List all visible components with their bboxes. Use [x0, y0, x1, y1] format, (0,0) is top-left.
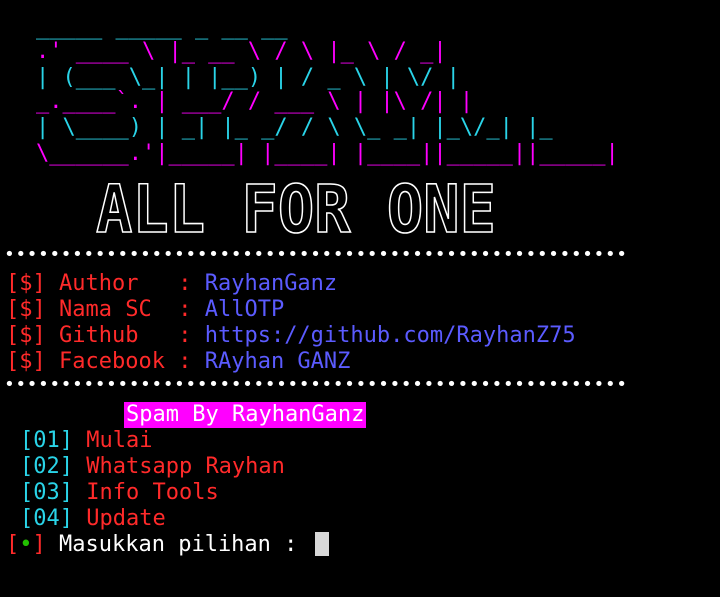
- info-row-author: [$] Author : RayhanGanz: [6, 271, 337, 297]
- menu-item-01[interactable]: [01] Mulai: [20, 428, 152, 454]
- info-tag: [$]: [6, 323, 46, 348]
- menu-item-label: Update: [86, 506, 166, 531]
- prompt-bracket-close: ]: [32, 532, 46, 557]
- info-tag: [$]: [6, 349, 46, 374]
- terminal-window: _____ _____ _ __ __ .' ____ \ |_ __ \ / …: [0, 0, 720, 597]
- text-cursor[interactable]: [314, 532, 329, 556]
- menu-item-label: Whatsapp Rayhan: [86, 454, 285, 479]
- logo-art-row: | \____) | _| |_ _/ / \ \_ _| |_\/_| |_: [36, 115, 553, 140]
- menu-item-number: [02]: [20, 454, 73, 479]
- menu-item-label: Info Tools: [86, 480, 219, 505]
- input-prompt: [•] Masukkan pilihan :: [6, 532, 329, 558]
- menu-item-label: Mulai: [86, 428, 153, 453]
- menu-item-number: [01]: [20, 428, 73, 453]
- separator-bottom: ••••••••••••••••••••••••••••••••••••••••…: [4, 374, 628, 395]
- prompt-bracket-open: [: [6, 532, 20, 557]
- tagline-text: ALL FOR ONE: [96, 171, 496, 240]
- info-sep: :: [164, 271, 205, 296]
- menu-item-03[interactable]: [03] Info Tools: [20, 480, 219, 506]
- menu-item-number: [04]: [20, 506, 73, 531]
- prompt-text: Masukkan pilihan :: [59, 532, 311, 557]
- menu-item-number: [03]: [20, 480, 73, 505]
- info-value: RayhanGanz: [204, 271, 338, 296]
- info-tag: [$]: [6, 271, 46, 296]
- info-label: Facebook: [59, 349, 165, 374]
- info-row-github: [$] Github : https://github.com/RayhanZ7…: [6, 323, 576, 349]
- info-row-facebook: [$] Facebook : RAyhan GANZ: [6, 349, 350, 375]
- tagline-art: ALL FOR ONE: [95, 170, 497, 240]
- logo-art-row: _____ _____ _ __ __: [36, 15, 288, 40]
- ascii-logo-spam: _____ _____ _ __ __ .' ____ \ |_ __ \ / …: [36, 15, 619, 166]
- info-sep: :: [164, 323, 205, 348]
- separator-top: ••••••••••••••••••••••••••••••••••••••••…: [4, 244, 628, 265]
- info-value-github-link[interactable]: https://github.com/RayhanZ75: [205, 323, 576, 348]
- logo-art-row: \______.'|_____| |____| |____||_____||__…: [36, 141, 619, 166]
- info-label: Author: [59, 271, 165, 296]
- info-tag: [$]: [6, 297, 46, 322]
- info-value: RAyhan GANZ: [204, 349, 351, 374]
- info-sep: :: [164, 297, 205, 322]
- logo-art-row: .' ____ \ |_ __ \ / \ |_ \ / _|: [36, 39, 447, 64]
- menu-item-04[interactable]: [04] Update: [20, 506, 166, 532]
- info-value: AllOTP: [204, 297, 285, 322]
- info-label: Nama SC: [59, 297, 165, 322]
- info-label: Github: [59, 323, 165, 348]
- info-row-script-name: [$] Nama SC : AllOTP: [6, 297, 284, 323]
- menu-banner: Spam By RayhanGanz: [124, 402, 367, 428]
- menu-item-02[interactable]: [02] Whatsapp Rayhan: [20, 454, 285, 480]
- prompt-bullet-icon: •: [19, 532, 33, 557]
- info-sep: :: [164, 349, 205, 374]
- logo-art-row: | (___ \_| | |__) | / _ \ | \/ |: [36, 65, 460, 90]
- logo-art-row: _.____`. | ___/ / ___ \ | |\ /| |: [36, 89, 473, 114]
